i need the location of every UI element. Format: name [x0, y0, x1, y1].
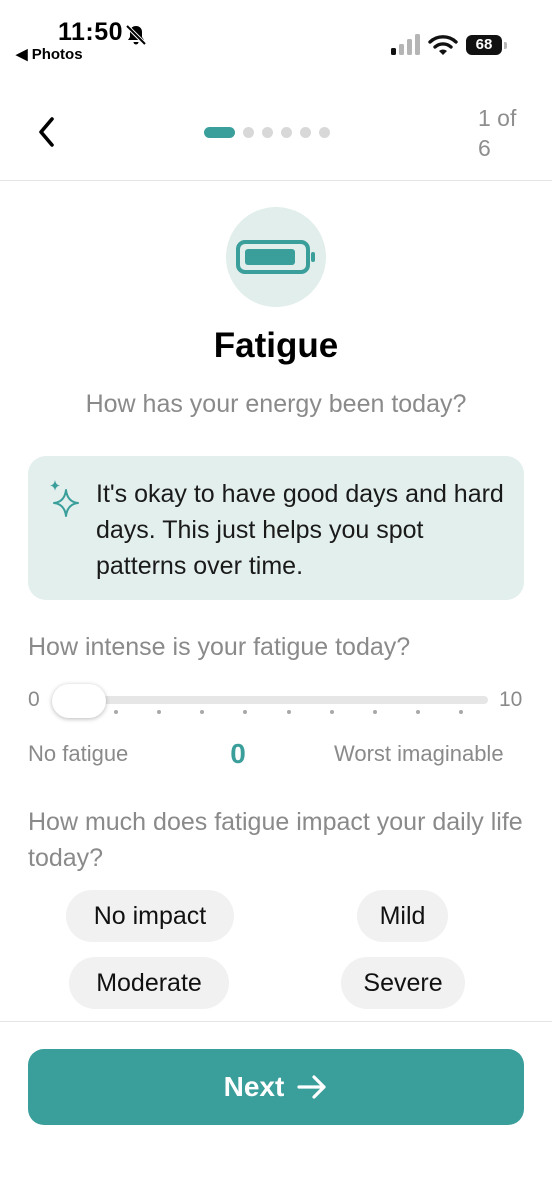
slider-tick — [243, 710, 248, 714]
battery-icon: 68 — [466, 35, 508, 55]
intensity-slider-thumb[interactable] — [52, 684, 106, 718]
back-to-app-link[interactable]: ◀ Photos — [16, 45, 83, 63]
slider-tick — [157, 710, 162, 714]
slider-tick — [286, 710, 291, 714]
arrow-right-icon — [297, 1075, 326, 1099]
slider-tick — [372, 710, 377, 714]
progress-dot — [319, 126, 330, 138]
step-counter: 1 of 6 — [478, 105, 517, 161]
fatigue-icon-badge — [226, 207, 326, 307]
slider-tick — [415, 710, 420, 714]
intensity-slider-track[interactable] — [56, 696, 488, 704]
impact-option-no-impact[interactable]: No impact — [66, 890, 234, 942]
progress-dot-active — [204, 126, 235, 138]
back-chevron-icon[interactable] — [32, 114, 64, 150]
intensity-question: How intense is your fatigue today? — [28, 633, 411, 661]
progress-dot — [262, 126, 273, 138]
progress-dot — [243, 126, 254, 138]
wifi-icon — [428, 35, 458, 55]
status-time: 11:50 — [58, 18, 124, 46]
next-button-label: Next — [223, 1071, 285, 1102]
page-title: Fatigue — [213, 326, 339, 365]
impact-option-moderate[interactable]: Moderate — [69, 957, 229, 1009]
footer-divider — [0, 1021, 552, 1022]
muted-bell-icon — [125, 24, 147, 46]
slider-tick — [459, 710, 463, 714]
header-divider — [0, 180, 552, 181]
battery-fatigue-icon — [236, 240, 315, 274]
battery-level: 68 — [475, 36, 493, 53]
progress-dot — [300, 126, 311, 138]
signal-icon — [391, 34, 420, 55]
tip-text: It's okay to have good days and hard day… — [96, 480, 504, 580]
slider-min-label: 0 — [28, 688, 40, 711]
page-subtitle: How has your energy been today? — [85, 390, 467, 418]
intensity-value: 0 — [230, 738, 246, 769]
impact-question: How much does fatigue impact your daily … — [28, 808, 523, 872]
progress-dot — [281, 126, 292, 138]
impact-option-mild[interactable]: Mild — [357, 890, 448, 942]
tip-card: It's okay to have good days and hard day… — [28, 456, 524, 600]
impact-option-severe[interactable]: Severe — [341, 957, 465, 1009]
progress-dots — [204, 126, 330, 138]
slider-tick — [329, 710, 334, 714]
slider-low-label: No fatigue — [28, 741, 129, 766]
slider-tick — [200, 710, 205, 714]
slider-high-label: Worst imaginable — [334, 741, 504, 766]
slider-max-label: 10 — [499, 688, 523, 711]
next-button[interactable]: Next — [28, 1049, 524, 1125]
sparkle-icon — [50, 480, 79, 517]
slider-tick — [114, 710, 118, 714]
